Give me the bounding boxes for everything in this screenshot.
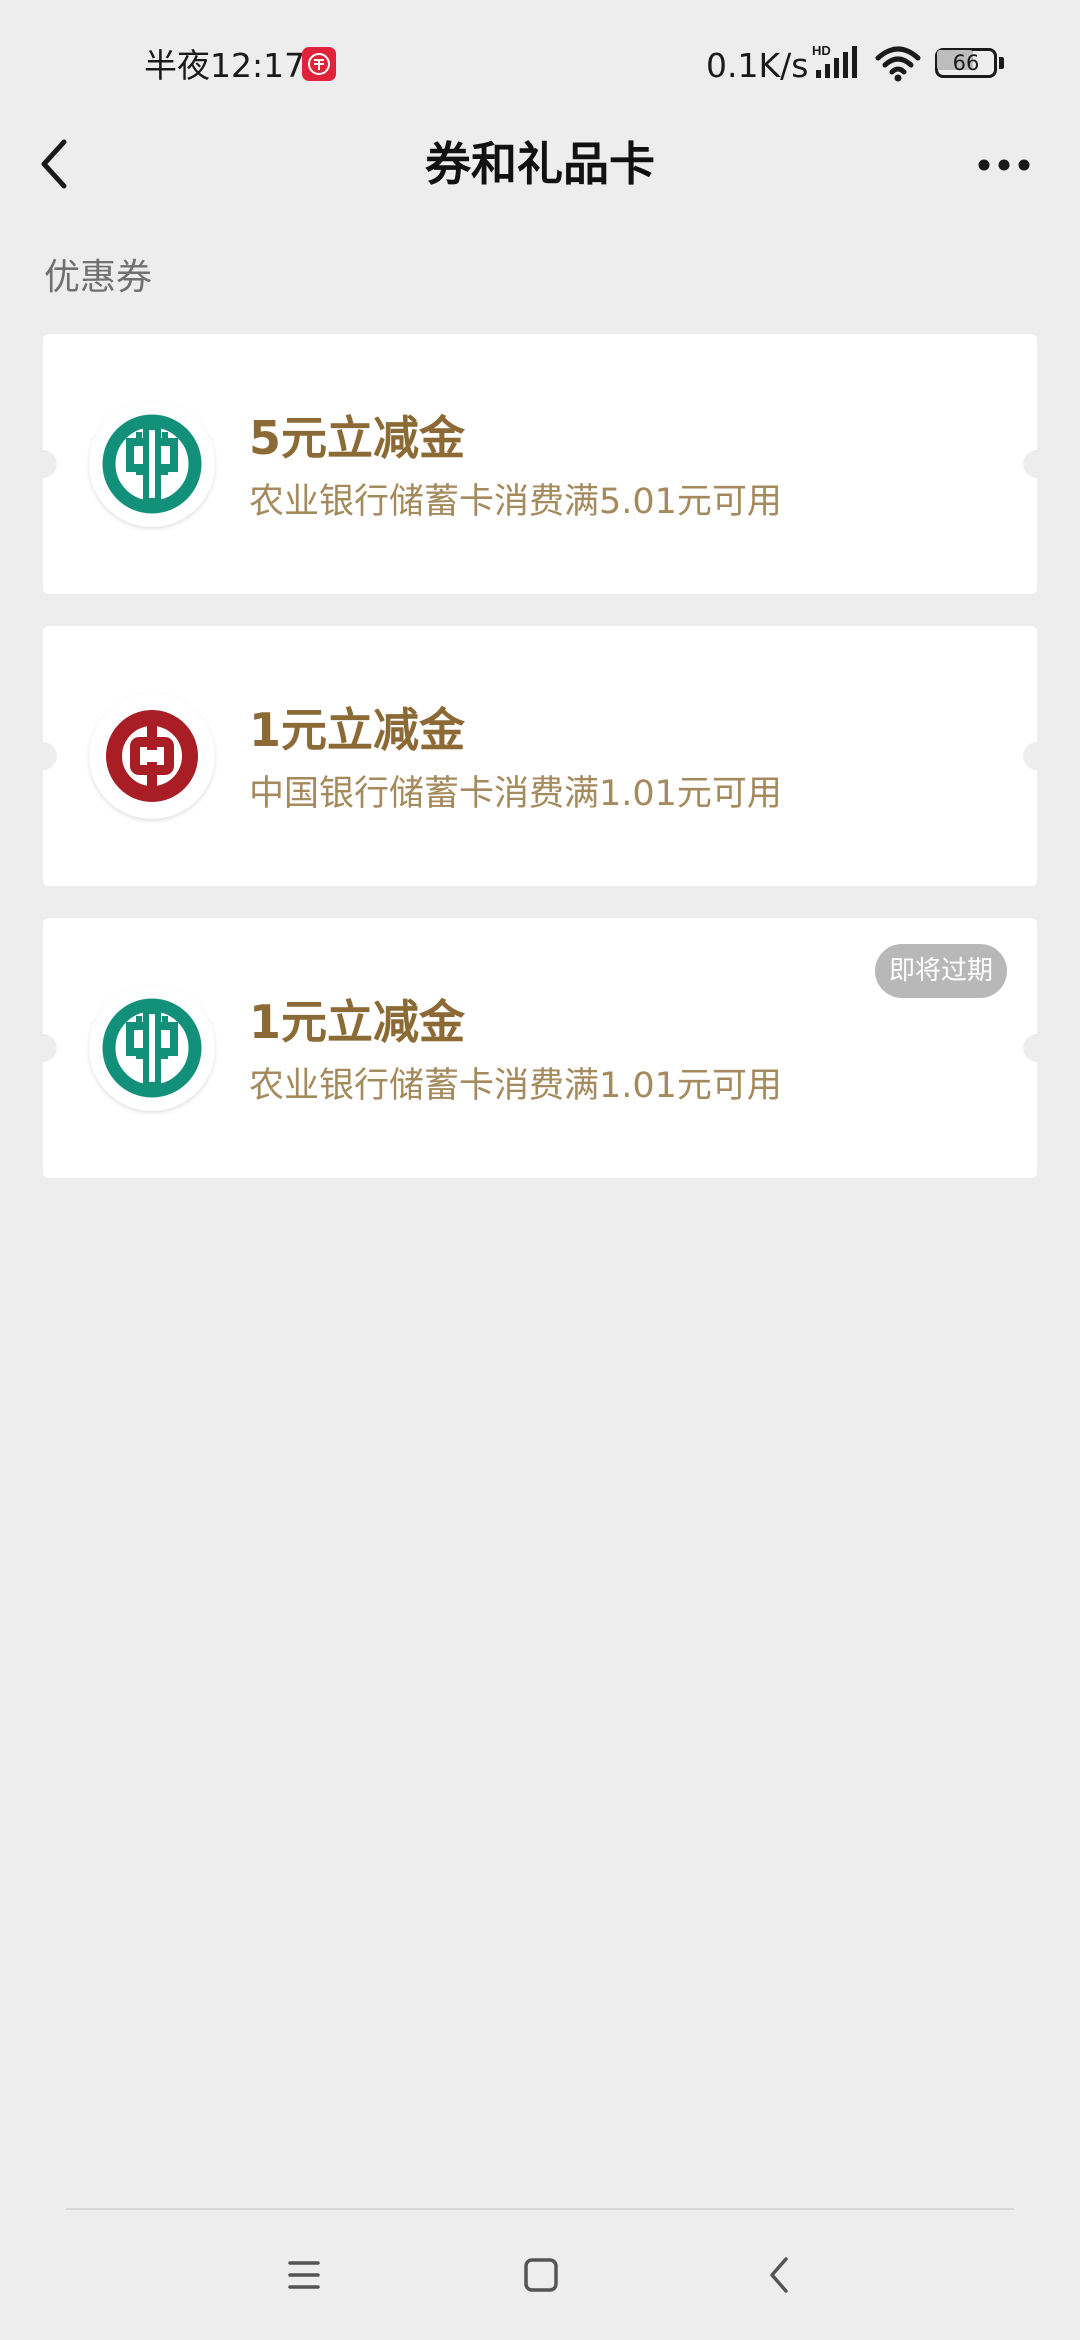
home-icon — [524, 2258, 558, 2292]
coupon-description: 农业银行储蓄卡消费满5.01元可用 — [249, 482, 782, 522]
coupon-title: 1元立减金 — [249, 995, 466, 1049]
coupon-description: 农业银行储蓄卡消费满1.01元可用 — [249, 1066, 782, 1106]
card-notch — [29, 1034, 57, 1062]
coupon-card[interactable]: 即将过期 1元立减金 农业银行储蓄卡消费满1.01元可用 — [29, 918, 1051, 1178]
boc-bank-logo-icon — [89, 693, 215, 819]
coupon-title: 5元立减金 — [249, 411, 466, 465]
menu-icon — [288, 2261, 320, 2289]
hd-label: HD — [812, 44, 831, 58]
expiring-soon-badge: 即将过期 — [874, 944, 1007, 998]
back-icon — [770, 2257, 788, 2293]
coupon-description: 中国银行储蓄卡消费满1.01元可用 — [249, 774, 782, 814]
card-notch — [29, 450, 57, 478]
coupon-title: 1元立减金 — [249, 703, 466, 757]
more-dots-icon — [978, 159, 1030, 171]
wifi-icon — [874, 46, 922, 86]
status-bar: 半夜12:17 0.1K/s HD 66 — [0, 0, 1080, 120]
coupon-card[interactable]: 1元立减金 中国银行储蓄卡消费满1.01元可用 — [29, 626, 1051, 886]
card-notch — [29, 742, 57, 770]
page-title: 券和礼品卡 — [425, 137, 655, 191]
home-button[interactable] — [510, 2250, 570, 2300]
section-title: 优惠券 — [44, 257, 153, 298]
network-speed: 0.1K/s — [706, 46, 809, 85]
card-notch — [1023, 742, 1051, 770]
battery-percent: 66 — [952, 51, 980, 75]
card-notch — [1023, 1034, 1051, 1062]
more-options-button[interactable] — [976, 150, 1036, 180]
coupon-card[interactable]: 5元立减金 农业银行储蓄卡消费满5.01元可用 — [29, 334, 1051, 594]
notification-app-icon — [302, 47, 336, 81]
bottom-divider — [66, 2208, 1014, 2210]
menu-button[interactable] — [274, 2250, 334, 2300]
abc-bank-logo-icon — [89, 985, 215, 1111]
signal-icon: HD — [812, 43, 864, 84]
abc-bank-logo-icon — [89, 401, 215, 527]
system-back-button[interactable] — [750, 2250, 810, 2300]
card-notch — [1023, 450, 1051, 478]
battery-tip — [999, 57, 1004, 69]
status-time: 半夜12:17 — [144, 46, 306, 85]
